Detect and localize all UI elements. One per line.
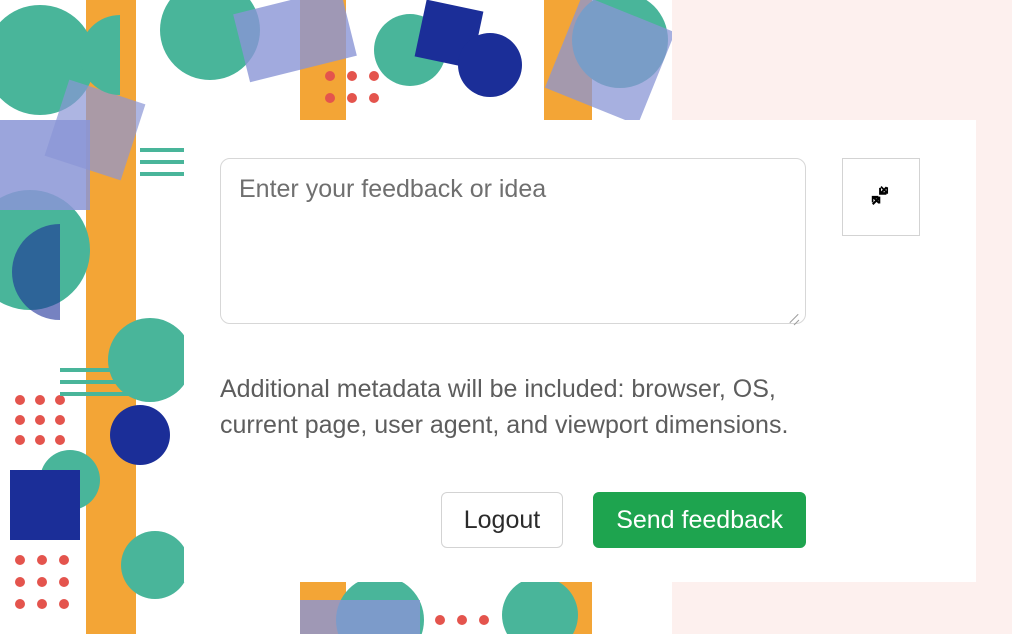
feedback-modal: Additional metadata will be included: br…: [184, 120, 976, 582]
metadata-note: Additional metadata will be included: br…: [220, 371, 808, 444]
collapse-button[interactable]: [842, 158, 920, 236]
button-row: Logout Send feedback: [220, 492, 806, 548]
send-feedback-button[interactable]: Send feedback: [593, 492, 806, 548]
logout-button[interactable]: Logout: [441, 492, 563, 548]
collapse-icon: [868, 184, 894, 210]
feedback-input[interactable]: [220, 158, 806, 324]
